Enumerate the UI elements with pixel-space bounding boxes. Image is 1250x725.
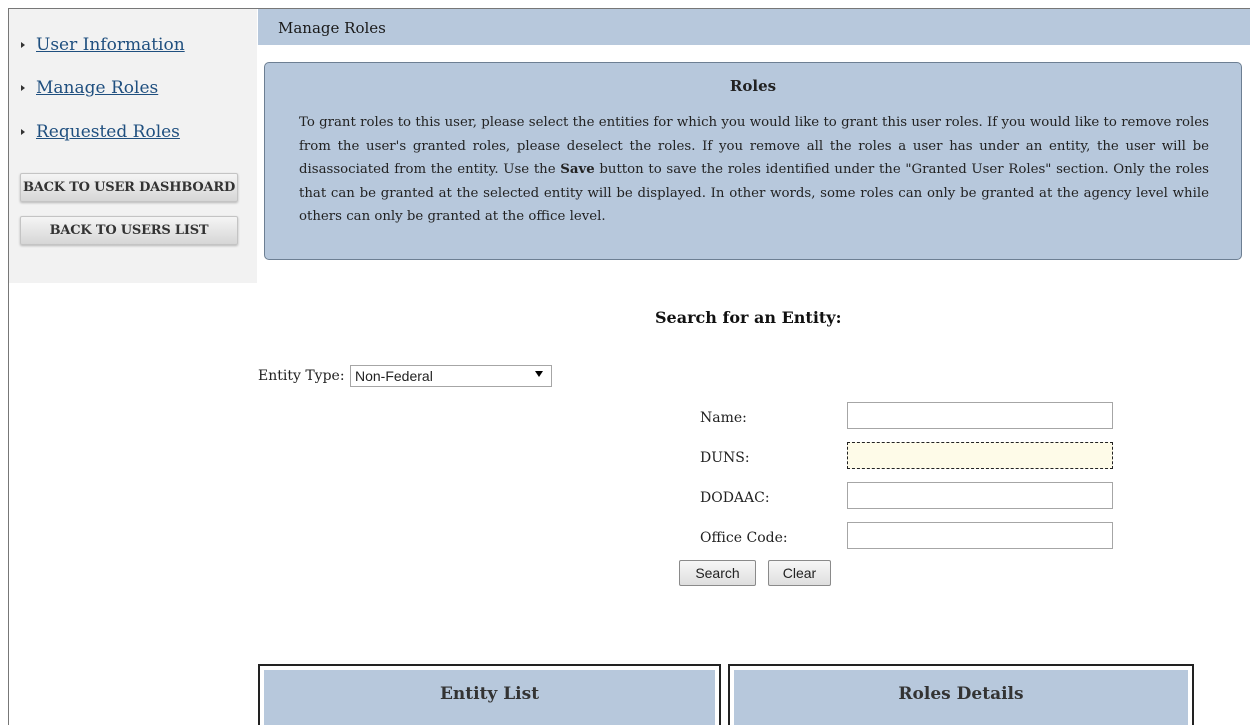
bullet-icon	[21, 129, 25, 135]
entity-list-header: Entity List	[264, 670, 715, 725]
search-title: Search for an Entity:	[655, 308, 842, 327]
sidebar-item-label[interactable]: Manage Roles	[36, 78, 158, 98]
sidebar: User Information Manage Roles Requested …	[9, 9, 257, 283]
bullet-icon	[21, 85, 25, 91]
name-input[interactable]	[847, 402, 1113, 429]
duns-label: DUNS:	[700, 450, 750, 466]
entity-list-title: Entity List	[439, 684, 540, 704]
page-title: Manage Roles	[278, 19, 386, 37]
roles-description: To grant roles to this user, please sele…	[299, 111, 1209, 229]
dodaac-input[interactable]	[847, 482, 1113, 509]
dodaac-label: DODAAC:	[700, 490, 770, 506]
entity-type-value: Non-Federal	[355, 368, 433, 384]
header-bar: Manage Roles	[258, 9, 1250, 45]
sidebar-item-label[interactable]: Requested Roles	[36, 122, 180, 142]
office-code-label: Office Code:	[700, 530, 788, 546]
office-code-input[interactable]	[847, 522, 1113, 549]
search-button[interactable]: Search	[679, 560, 756, 586]
entity-list-panel: Entity List	[258, 664, 721, 725]
bullet-icon	[21, 42, 25, 48]
sidebar-item-user-information[interactable]: User Information	[9, 33, 185, 57]
roles-heading: Roles	[729, 77, 777, 95]
clear-button[interactable]: Clear	[768, 560, 831, 586]
roles-details-title: Roles Details	[898, 684, 1024, 704]
dropdown-arrow-icon	[535, 371, 543, 377]
sidebar-item-requested-roles[interactable]: Requested Roles	[9, 120, 180, 144]
sidebar-item-label[interactable]: User Information	[36, 35, 185, 55]
roles-details-header: Roles Details	[734, 670, 1188, 725]
entity-type-select[interactable]: Non-Federal	[350, 365, 552, 387]
back-to-user-dashboard-button[interactable]: BACK TO USER DASHBOARD	[20, 173, 238, 202]
entity-type-label: Entity Type:	[258, 368, 345, 384]
roles-details-panel: Roles Details	[728, 664, 1194, 725]
name-label: Name:	[700, 410, 747, 426]
roles-info-box: Roles To grant roles to this user, pleas…	[264, 62, 1242, 260]
duns-input[interactable]	[847, 442, 1113, 469]
back-to-users-list-button[interactable]: BACK TO USERS LIST	[20, 216, 238, 245]
sidebar-item-manage-roles[interactable]: Manage Roles	[9, 76, 158, 100]
roles-text-bold: Save	[560, 162, 595, 177]
